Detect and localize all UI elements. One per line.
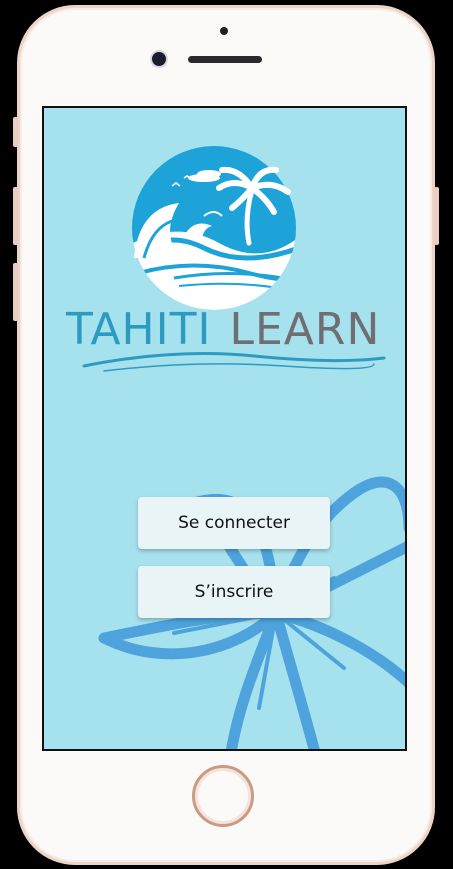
- volume-up-button: [13, 187, 18, 245]
- earpiece-speaker: [188, 56, 262, 63]
- front-camera-icon: [152, 52, 166, 66]
- login-button[interactable]: Se connecter: [138, 497, 330, 549]
- mute-switch: [13, 117, 18, 147]
- wordmark-part-1: TAHITI: [66, 304, 212, 355]
- app-screen: TAHITI LEARN Se connecter S’inscrire: [42, 106, 407, 751]
- power-button: [434, 187, 439, 245]
- proximity-sensor: [220, 27, 228, 35]
- volume-down-button: [13, 263, 18, 321]
- app-wordmark: TAHITI LEARN: [66, 304, 396, 355]
- home-button-icon[interactable]: [192, 765, 254, 827]
- signup-button[interactable]: S’inscrire: [138, 566, 330, 618]
- wordmark-part-2: LEARN: [229, 304, 381, 355]
